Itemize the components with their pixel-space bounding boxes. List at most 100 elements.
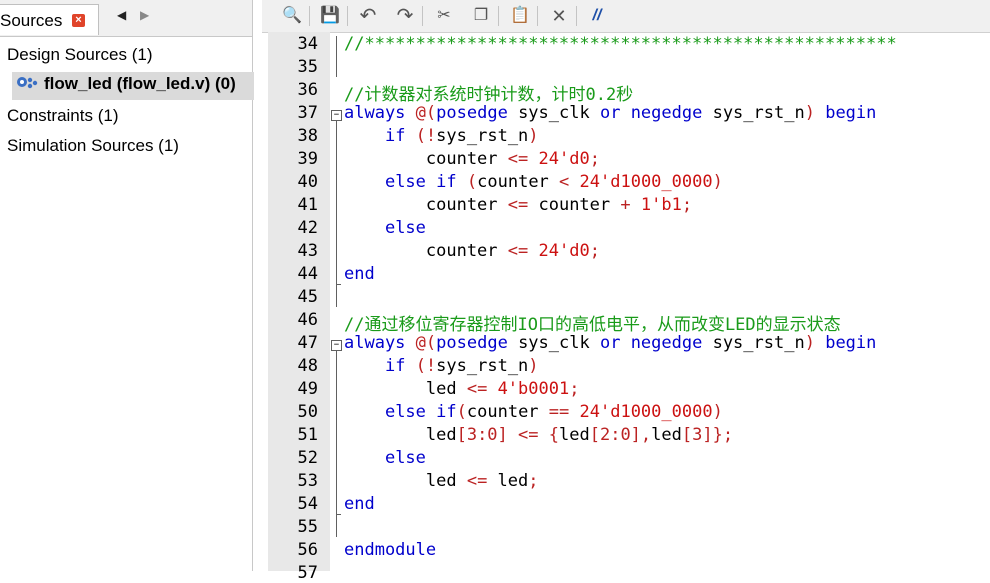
code-token: ) [804,103,815,123]
search-icon[interactable]: 🔍 [280,4,304,28]
undo-icon[interactable]: ↶ [356,4,380,28]
line-number: 55 [297,517,318,537]
module-icon [16,74,40,95]
fold-guide [336,266,337,307]
line-number: 39 [297,149,318,169]
line-number: 37 [297,103,318,123]
tree-item-constraints[interactable]: Constraints (1) [7,106,118,126]
nav-next-icon[interactable]: ▶ [140,8,149,22]
code-line[interactable]: else if (counter < 24'd1000_0000) [344,172,723,192]
code-token: end [344,494,375,514]
code-line[interactable]: endmodule [344,540,436,560]
tree-item-flow-led[interactable]: flow_led (flow_led.v) (0) [12,72,254,100]
code-token: { [548,425,560,445]
code-token: ( [466,172,478,192]
code-token: ; [569,379,580,399]
code-line[interactable]: counter <= 24'd0; [344,241,600,261]
line-number: 34 [297,34,318,54]
code-line[interactable]: if (!sys_rst_n) [344,356,539,376]
code-line[interactable]: led[3:0] <= {led[2:0],led[3]}; [344,425,733,445]
code-token: sys_rst_n [436,126,529,146]
fold-toggle-icon[interactable]: − [331,110,342,121]
code-token: //计数器对系统时钟计数，计时0.2秒 [344,85,634,105]
code-line[interactable]: else [344,218,426,238]
paste-icon[interactable]: 📋 [508,4,532,28]
editor-panel: 🔍 💾 ↶ ↷ ✂ ❐ 📋 ✕ // 34 //*****************… [262,0,990,583]
code-token: led [344,425,457,445]
code-token: sys_rst_n [702,103,805,123]
code-token: or [599,103,621,123]
tree-item-simulation-sources[interactable]: Simulation Sources (1) [7,136,179,156]
code-line[interactable]: counter <= 24'd0; [344,149,600,169]
line-number: 54 [297,494,318,514]
tab-sources[interactable]: Sources × [0,4,99,35]
code-token: counter [344,241,508,261]
cut-icon[interactable]: ✂ [432,4,456,28]
redo-icon[interactable]: ↷ [393,4,417,28]
save-icon[interactable]: 💾 [318,4,342,28]
code-line[interactable]: if (!sys_rst_n) [344,126,539,146]
code-token: counter [344,149,508,169]
code-line[interactable]: //**************************************… [344,34,897,54]
line-number: 40 [297,172,318,192]
toolbar-divider [422,6,423,26]
code-line[interactable]: //计数器对系统时钟计数，计时0.2秒 [344,80,633,105]
tree-item-design-sources[interactable]: Design Sources (1) [7,45,153,65]
code-line[interactable]: else [344,448,426,468]
code-token: [2:0], [589,425,652,445]
fold-toggle-icon[interactable]: − [331,340,342,351]
code-token: begin [825,103,877,123]
code-token: or [599,333,621,353]
code-token: ) [712,172,723,192]
code-token: 4'b0001 [497,379,570,399]
code-token: sys_rst_n [702,333,805,353]
code-token: counter [528,195,621,215]
comment-icon[interactable]: // [585,4,609,28]
line-number: 56 [297,540,318,560]
code-token: ) [528,356,539,376]
code-token: <= [507,241,529,261]
copy-icon[interactable]: ❐ [469,4,493,28]
code-token: ) [712,402,723,422]
code-line[interactable]: counter <= counter + 1'b1; [344,195,692,215]
line-number: 48 [297,356,318,376]
code-token: <= [518,425,539,445]
code-line[interactable]: always @(posedge sys_clk or negedge sys_… [344,333,876,353]
code-line[interactable]: else if(counter == 24'd1000_0000) [344,402,723,422]
code-line[interactable]: led <= led; [344,471,539,491]
code-line[interactable]: //通过移位寄存器控制IO口的高低电平，从而改变LED的显示状态 [344,310,841,335]
code-token: 1'b1 [640,195,682,215]
line-number: 38 [297,126,318,146]
code-token: //通过移位寄存器控制IO口的高低电平，从而改变LED的显示状态 [344,315,841,335]
code-token: posedge [436,333,508,353]
code-line[interactable]: led <= 4'b0001; [344,379,580,399]
code-token: always [344,103,406,123]
code-token: 24'd1000_0000 [579,402,713,422]
code-token: (! [415,356,437,376]
code-token: ( [425,103,437,123]
code-token: sys_clk [507,333,600,353]
code-token: led [344,471,467,491]
code-line[interactable]: end [344,264,375,284]
close-icon[interactable]: ✕ [547,4,571,28]
code-line[interactable]: end [344,494,375,514]
code-token: [3:0] [456,425,508,445]
close-tab-icon[interactable]: × [72,14,85,27]
code-line[interactable]: always @(posedge sys_clk or negedge sys_… [344,103,876,123]
code-token: else [384,218,426,238]
line-number: 57 [297,563,318,583]
nav-prev-icon[interactable]: ◀ [117,8,126,22]
